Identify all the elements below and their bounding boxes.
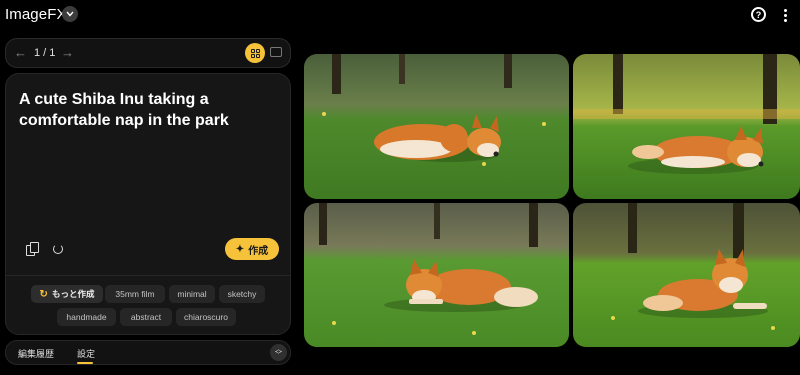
style-chip[interactable]: abstract: [120, 308, 172, 326]
generated-image-2[interactable]: [573, 54, 800, 199]
refresh-icon: ↻: [39, 288, 48, 300]
style-chip[interactable]: 35mm film: [105, 285, 165, 303]
chip-label: chiaroscuro: [184, 312, 228, 322]
chip-label: abstract: [130, 312, 162, 322]
tab-history[interactable]: 編集履歴: [18, 347, 54, 360]
more-vert-icon[interactable]: [778, 5, 792, 25]
create-button[interactable]: ✦ 作成: [225, 238, 279, 260]
reset-icon[interactable]: [51, 242, 65, 256]
generated-image-3[interactable]: [304, 203, 569, 347]
active-tab-indicator: [77, 362, 93, 364]
chip-label: handmade: [66, 312, 107, 322]
top-bar: ImageFX ?: [0, 0, 800, 30]
app-title: ImageFX: [5, 6, 67, 23]
chip-label: sketchy: [227, 289, 257, 299]
create-button-label: 作成: [248, 245, 269, 257]
pagination-bar: ← 1 / 1 →: [5, 38, 291, 68]
style-chip[interactable]: handmade: [57, 308, 116, 326]
arrow-right-icon[interactable]: →: [61, 45, 74, 60]
page-count: 1 / 1: [34, 47, 56, 59]
unfold-icon[interactable]: ︿ ﹀: [270, 344, 287, 361]
generated-image-4[interactable]: [573, 203, 800, 347]
style-chip[interactable]: chiaroscuro: [176, 308, 236, 326]
chip-label: minimal: [177, 289, 207, 299]
more-create-chip[interactable]: ↻ もっと作成: [31, 285, 103, 303]
single-view-icon[interactable]: [270, 47, 282, 57]
prompt-card: A cute Shiba Inu taking a comfortable na…: [5, 73, 291, 335]
help-circle-icon[interactable]: ?: [751, 7, 766, 22]
chip-label: 35mm film: [115, 289, 155, 299]
grid-view-icon[interactable]: [245, 43, 265, 63]
tab-settings[interactable]: 設定: [77, 347, 95, 360]
bottom-tabs: 編集履歴 設定 ︿ ﹀: [5, 340, 291, 365]
chevron-down-icon[interactable]: [62, 6, 78, 22]
generated-image-1[interactable]: [304, 54, 569, 199]
sparkle-icon: ✦: [235, 243, 245, 255]
style-chip[interactable]: minimal: [169, 285, 215, 303]
copy-icon[interactable]: [26, 242, 40, 256]
chip-label: もっと作成: [51, 289, 95, 299]
style-chip[interactable]: sketchy: [219, 285, 265, 303]
arrow-left-icon[interactable]: ←: [14, 45, 27, 60]
divider: [6, 275, 290, 276]
prompt-input[interactable]: A cute Shiba Inu taking a comfortable na…: [19, 89, 284, 131]
